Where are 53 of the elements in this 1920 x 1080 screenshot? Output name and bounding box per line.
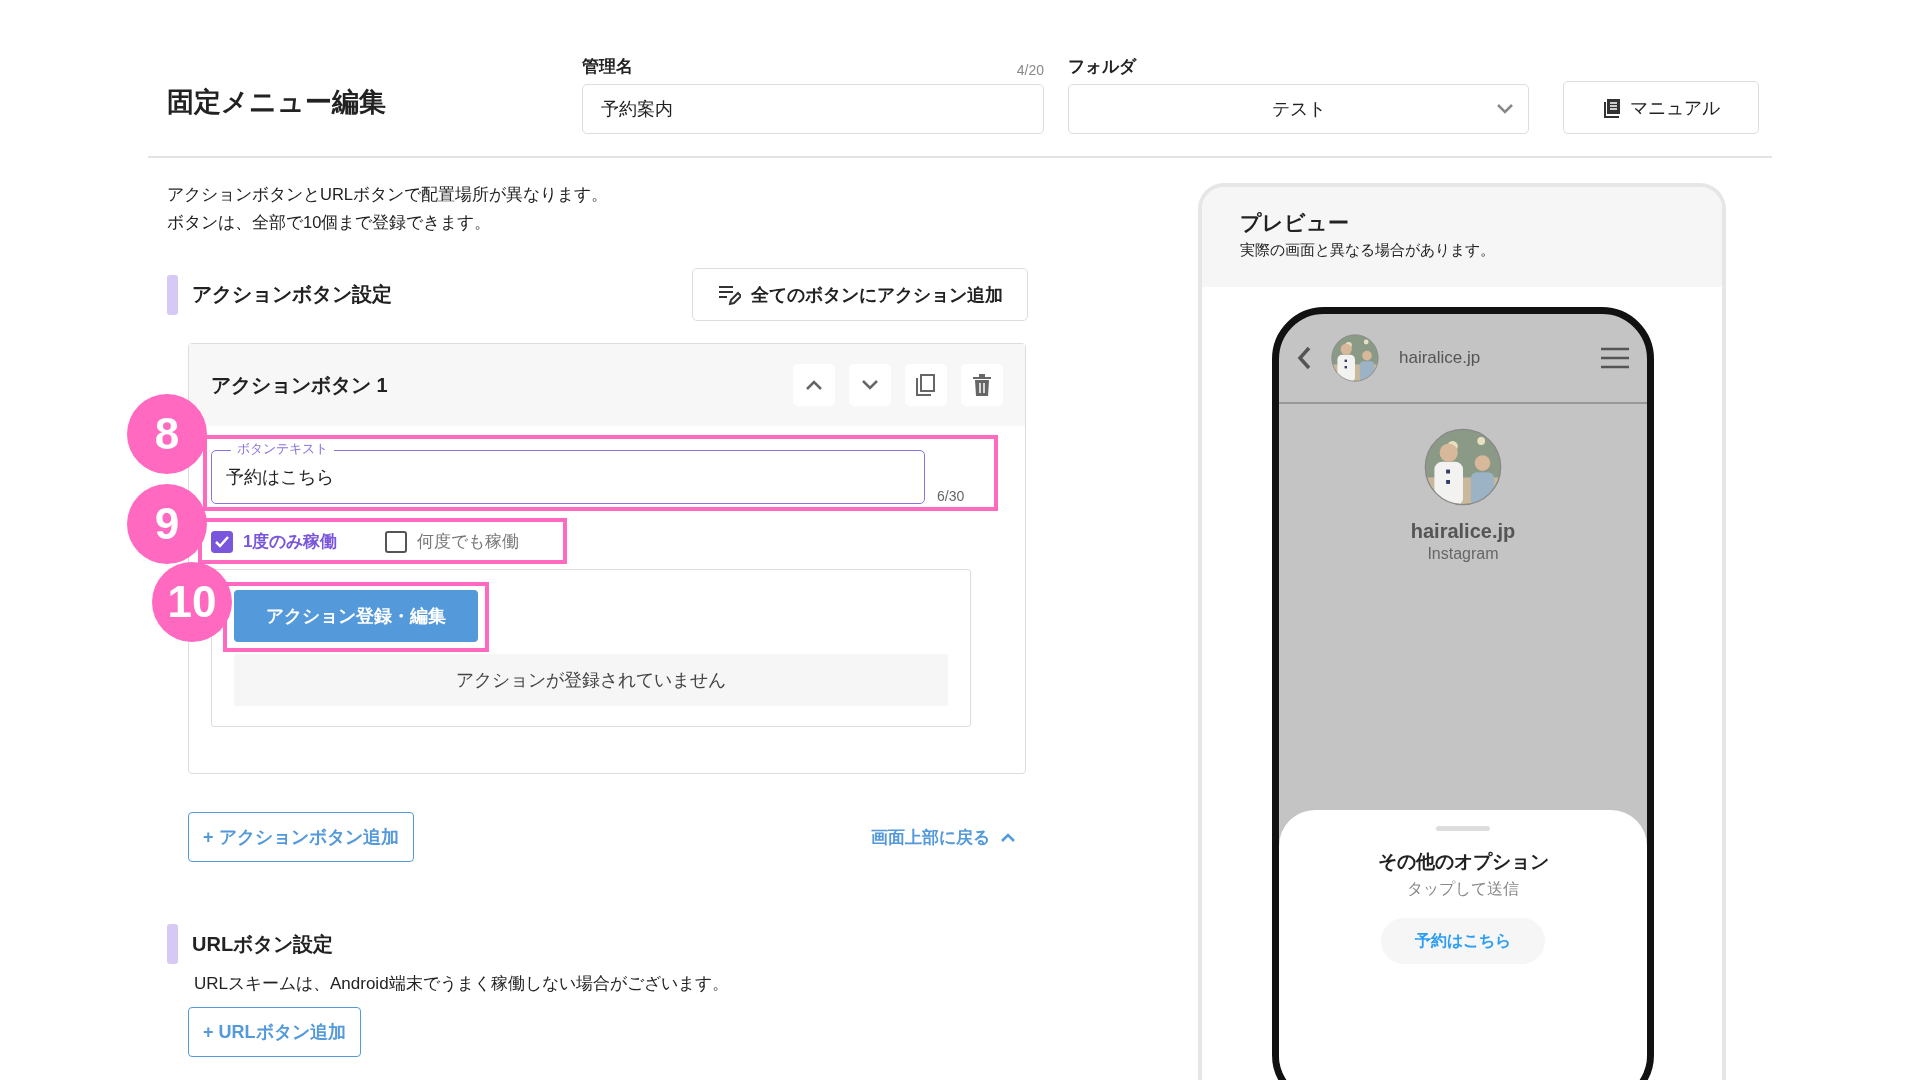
chevron-up-icon bbox=[805, 379, 823, 391]
manual-button[interactable]: マニュアル bbox=[1563, 81, 1759, 134]
list-edit-icon bbox=[717, 283, 741, 306]
section-marker bbox=[167, 274, 178, 315]
chevron-down-icon bbox=[1496, 103, 1514, 115]
account-name: hairalice.jp bbox=[1399, 348, 1482, 368]
empty-box-icon bbox=[385, 530, 408, 553]
option-checkbox[interactable]: 1度のみ稼働 bbox=[211, 530, 338, 553]
move-down-button[interactable] bbox=[849, 364, 891, 406]
callout-number: 8 bbox=[127, 394, 207, 474]
page-title: 固定メニュー編集 bbox=[166, 86, 387, 119]
profile-name: hairalice.jp bbox=[1410, 520, 1516, 543]
delete-button[interactable] bbox=[961, 364, 1003, 406]
field-value: 予約はこちら bbox=[226, 466, 334, 489]
preview-title: プレビュー bbox=[1240, 210, 1350, 236]
add-url-button[interactable]: + URLボタン追加 bbox=[188, 1007, 361, 1057]
add-action-button[interactable]: + アクションボタン追加 bbox=[188, 812, 414, 862]
callout-number: 10 bbox=[152, 562, 232, 642]
character-counter: 4/20 bbox=[1016, 62, 1044, 78]
trash-icon bbox=[972, 373, 992, 397]
section-title: アクションボタン設定 bbox=[192, 282, 392, 307]
character-counter: 6/30 bbox=[937, 488, 965, 504]
section-title: URLボタン設定 bbox=[192, 931, 334, 957]
name-field[interactable]: 予約案内 bbox=[582, 84, 1044, 134]
field-label: フォルダ bbox=[1068, 56, 1136, 78]
callout-number: 9 bbox=[127, 484, 207, 564]
option-checkbox[interactable]: 何度でも稼働 bbox=[385, 530, 520, 553]
chevron-down-icon bbox=[861, 379, 879, 391]
action-register-button[interactable]: アクション登録・編集 bbox=[234, 590, 478, 642]
book-icon bbox=[1602, 97, 1622, 118]
menu-icon bbox=[1601, 347, 1629, 369]
empty-message: アクションが登録されていません bbox=[234, 654, 948, 706]
floating-label: ボタンテキスト bbox=[231, 440, 334, 458]
preview-note: 実際の画面と異なる場合があります。 bbox=[1240, 241, 1496, 260]
sheet-title: その他のオプション bbox=[1377, 850, 1549, 874]
field-label: 管理名 bbox=[582, 56, 633, 78]
folder-dropdown[interactable]: テスト bbox=[1068, 84, 1529, 134]
sheet-subtitle: タップして送信 bbox=[1407, 879, 1519, 899]
profile-service: Instagram bbox=[1427, 545, 1499, 563]
chevron-up-icon bbox=[1000, 831, 1016, 843]
url-note: URLスキームは、Android端末でうまく稼働しない場合がございます。 bbox=[194, 973, 730, 995]
intro-text: アクションボタンとURLボタンで配置場所が異なります。 ボタンは、全部で10個まで登録できます。 bbox=[166, 184, 609, 233]
checked-box-icon bbox=[211, 530, 233, 553]
reservation-button[interactable]: 予約はこちら bbox=[1381, 918, 1545, 964]
copy-icon bbox=[915, 373, 937, 397]
card-title: アクションボタン 1 bbox=[211, 372, 388, 398]
back-icon bbox=[1297, 346, 1311, 370]
move-up-button[interactable] bbox=[793, 364, 835, 406]
sheet-handle bbox=[1436, 826, 1490, 831]
section-marker bbox=[167, 924, 178, 964]
add-action-to-all-button[interactable]: 全てのボタンにアクション追加 bbox=[692, 268, 1028, 321]
copy-button[interactable] bbox=[905, 364, 947, 406]
back-to-top-link[interactable]: 画面上部に戻る bbox=[865, 824, 1022, 850]
